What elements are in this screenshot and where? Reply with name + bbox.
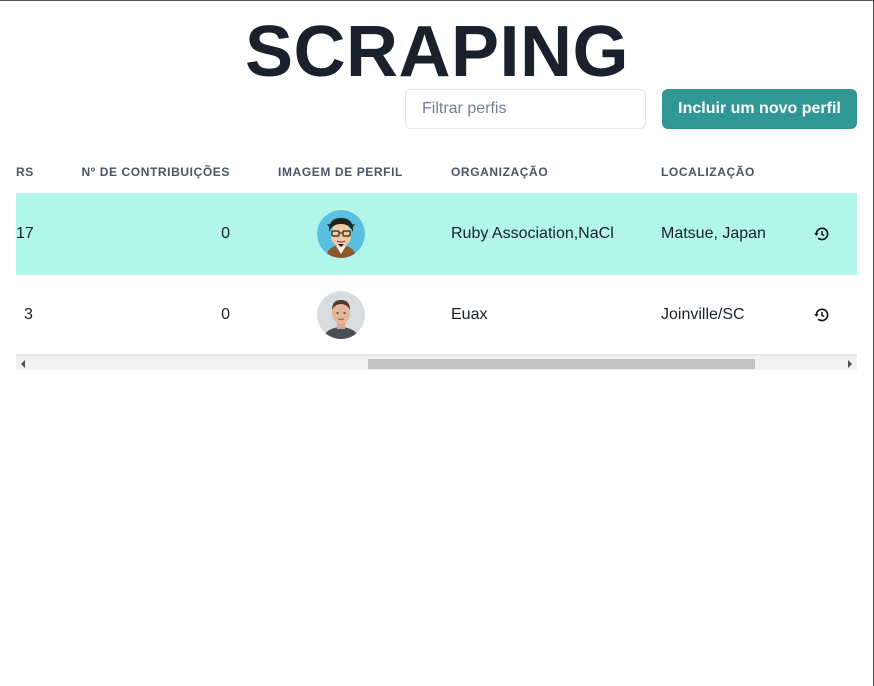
header-organization[interactable]: ORGANIZAÇÃO [451,152,548,192]
contributions-cell: 0 [221,305,230,323]
history-icon[interactable] [812,275,832,354]
scroll-left-arrow-icon[interactable] [21,360,25,368]
header-location[interactable]: LOCALIZAÇÃO [661,152,755,192]
organization-cell: Euax [451,305,488,323]
header-profile-image[interactable]: IMAGEM DE PERFIL [278,152,403,192]
followers-cell: 17 [16,225,34,242]
organization-cell: Ruby Association,NaCl [451,225,614,242]
photo-avatar [316,290,365,339]
location-cell: Joinville/SC [661,305,745,323]
filter-profiles-input[interactable] [405,89,646,129]
contributions-cell: 0 [221,225,230,242]
profile-image-cell [278,193,403,275]
profile-image-cell [278,275,403,354]
history-icon[interactable] [812,193,832,275]
table-row[interactable]: 17 0 Ruby Association,NaCl Matsue, Japan [16,193,857,275]
page-title: SCRAPING [244,12,630,92]
header-contributions[interactable]: Nº DE CONTRIBUIÇÕES [76,152,230,192]
scroll-right-arrow-icon[interactable] [848,360,852,368]
add-profile-button[interactable]: Incluir um novo perfil [662,89,857,129]
horizontal-scrollbar[interactable] [16,355,857,370]
location-cell: Matsue, Japan [661,225,766,242]
header-followers[interactable]: RS [16,152,34,192]
table-header-row: RS Nº DE CONTRIBUIÇÕES IMAGEM DE PERFIL … [16,152,857,192]
scrollbar-thumb[interactable] [368,359,755,369]
followers-cell: 3 [24,305,33,323]
profiles-table: RS Nº DE CONTRIBUIÇÕES IMAGEM DE PERFIL … [16,152,857,372]
cartoon-avatar [316,210,365,258]
table-row[interactable]: 3 0 Euax Joinville/SC [16,275,857,355]
